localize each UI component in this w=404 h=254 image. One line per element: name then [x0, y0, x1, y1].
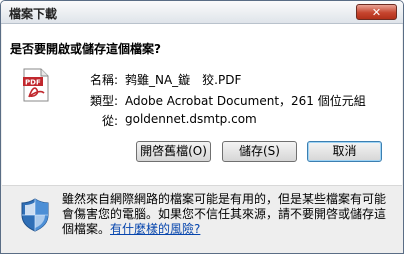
warning-panel: 雖然來自網際網路的檔案可能是有用的，但是某些檔案有可能會傷害您的電腦。如果您不信… — [2, 186, 402, 253]
file-type-row: 類型: Adobe Acrobat Document，261 個位元組 — [2, 92, 402, 108]
window-title: 檔案下載 — [9, 7, 58, 21]
file-type-value: Adobe Acrobat Document，261 個位元組 — [125, 94, 366, 108]
close-button[interactable]: ✕ — [356, 4, 397, 20]
type-label: 類型: — [89, 94, 118, 108]
file-source-value: goldennet.dsmtp.com — [125, 112, 257, 126]
dialog-question: 是否要開啟或儲存這個檔案? — [10, 42, 161, 56]
dialog-content: 是否要開啟或儲存這個檔案? PDF 名稱: 鹁雖_NA_鏇 狡.PDF 類型: … — [2, 24, 402, 185]
file-source-row: 從: goldennet.dsmtp.com — [2, 112, 402, 128]
title-bar[interactable]: 檔案下載 ✕ — [1, 1, 403, 24]
name-label: 名稱: — [89, 73, 118, 87]
risk-link[interactable]: 有什麼樣的風險? — [110, 222, 200, 236]
from-label: 從: — [101, 114, 118, 128]
save-button[interactable]: 儲存(S) — [222, 141, 297, 162]
file-download-dialog: 檔案下載 ✕ 是否要開啟或儲存這個檔案? PDF 名稱: 鹁雖_NA_鏇 狡.P… — [0, 0, 404, 254]
shield-icon — [21, 198, 49, 232]
file-name-value: 鹁雖_NA_鏇 狡.PDF — [125, 73, 242, 87]
warning-message: 雖然來自網際網路的檔案可能是有用的，但是某些檔案有可能會傷害您的電腦。如果您不信… — [62, 192, 397, 237]
file-name-row: 名稱: 鹁雖_NA_鏇 狡.PDF — [2, 71, 402, 87]
cancel-button[interactable]: 取消 — [307, 141, 382, 162]
open-button[interactable]: 開啓舊檔(O) — [136, 141, 211, 162]
